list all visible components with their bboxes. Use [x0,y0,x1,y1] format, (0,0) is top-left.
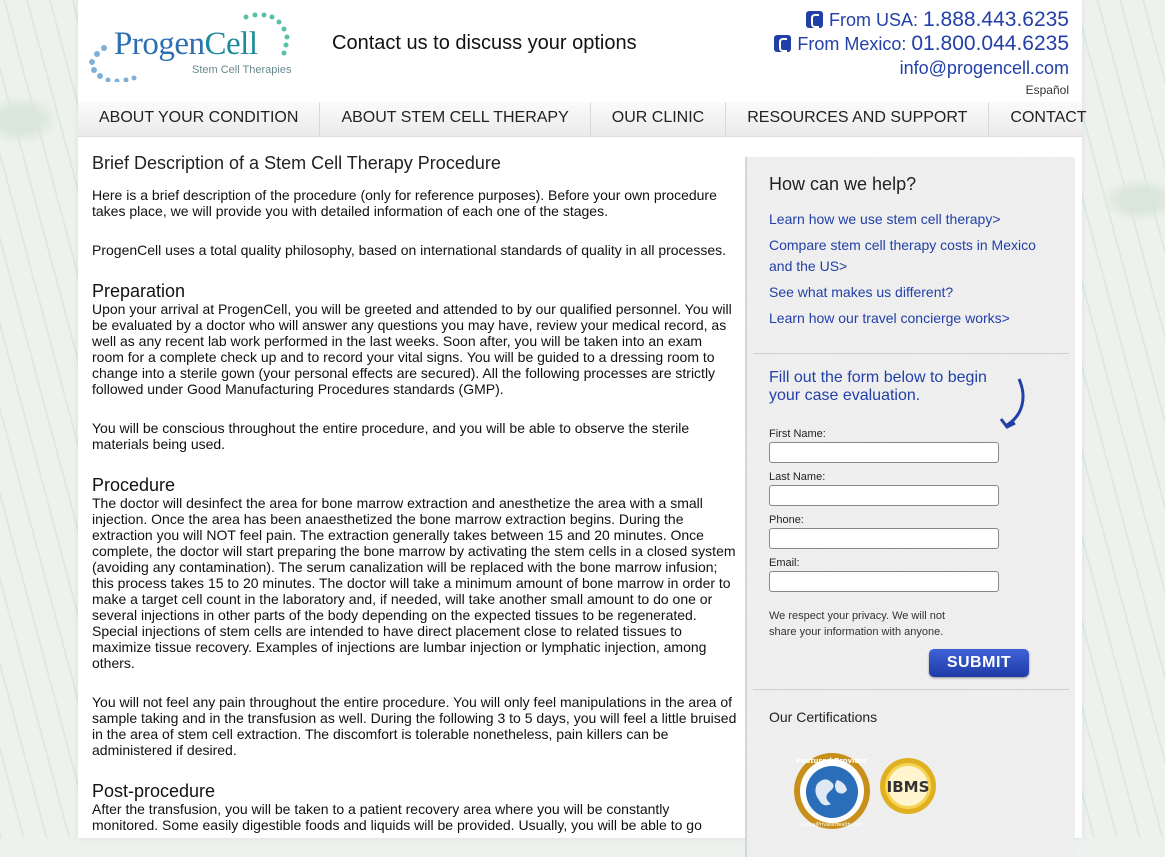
certifications-title: Our Certifications [769,709,878,725]
phone-icon [806,11,823,28]
nav-item-about-stem-cell-therapy[interactable]: ABOUT STEM CELL THERAPY [320,102,591,136]
logo-tagline: Stem Cell Therapies [192,64,292,76]
privacy-note: We respect your privacy. We will not sha… [769,610,946,638]
first-name-field[interactable] [769,442,999,463]
phone-icon [774,35,792,52]
link-stem-cell-therapy[interactable]: Learn how we use stem cell therapy> [769,209,1059,230]
mexico-phone-line[interactable]: From Mexico: 01.800.044.6235 [774,32,1069,56]
sidebar: How can we help? Learn how we use stem c… [745,157,1075,857]
form-title: Fill out the form below to begin your ca… [769,369,987,404]
intro-paragraph: Here is a brief description of the proce… [92,187,717,219]
global-private-health-badge[interactable]: Featured Provider GlobalPrivateHealth.co… [793,752,871,830]
procedure-section: Procedure The doctor will desinfect the … [92,475,737,758]
help-links: Learn how we use stem cell therapy> Comp… [769,209,1059,334]
sidebar-divider [753,353,1069,354]
last-name-field[interactable] [769,485,999,506]
nav-item-contact[interactable]: CONTACT [989,102,1107,136]
post-procedure-heading: Post-procedure [92,781,216,801]
cert1-sublabel: GlobalPrivateHealth.com [801,822,863,828]
nav-item-resources[interactable]: RESOURCES AND SUPPORT [726,102,990,136]
contact-block: From USA: 1.888.443.6235 From Mexico: 01… [774,8,1069,79]
progencell-logo[interactable]: ProgenCell Stem Cell Therapies [84,10,299,82]
main-nav: ABOUT YOUR CONDITION ABOUT STEM CELL THE… [78,102,1087,137]
help-title: How can we help? [769,174,917,194]
curved-arrow-icon [999,378,1025,429]
email-field[interactable] [769,571,999,592]
preparation-text-2: You will be conscious throughout the ent… [92,420,690,452]
email-link[interactable]: info@progencell.com [774,58,1069,79]
logo-word-progen: Progen [114,26,205,62]
cert1-label: Featured Provider [796,757,868,765]
usa-phone: 1.888.443.6235 [923,8,1069,31]
logo-wordmark: ProgenCell [114,26,258,63]
procedure-text-2: You will not feel any pain throughout th… [92,694,737,758]
main-content: Brief Description of a Stem Cell Therapy… [92,153,737,856]
usa-phone-line[interactable]: From USA: 1.888.443.6235 [774,8,1069,32]
link-compare-costs[interactable]: Compare stem cell therapy costs in Mexic… [769,235,1059,277]
first-name-label: First Name: [769,428,826,440]
link-what-makes-us-different[interactable]: See what makes us different? [769,282,1059,303]
nav-item-about-condition[interactable]: ABOUT YOUR CONDITION [78,102,321,136]
post-procedure-section: Post-procedure After the transfusion, yo… [92,781,737,833]
cert2-label: IBMS [887,778,930,796]
link-travel-concierge[interactable]: Learn how our travel concierge works> [769,308,1059,329]
procedure-text: The doctor will desinfect the area for b… [92,495,736,671]
phone-label: Phone: [769,514,804,526]
preparation-heading: Preparation [92,281,186,301]
logo-word-cell: Cell [204,26,259,62]
language-switch-link[interactable]: Español [1026,83,1069,97]
procedure-heading: Procedure [92,475,176,495]
preparation-text: Upon your arrival at ProgenCell, you wil… [92,301,732,397]
sidebar-divider [753,689,1069,690]
mexico-label: From Mexico: [797,34,912,54]
header-tagline: Contact us to discuss your options [332,32,637,54]
email-label: Email: [769,557,800,569]
phone-field[interactable] [769,528,999,549]
submit-button[interactable]: SUBMIT [929,649,1029,677]
ibms-badge[interactable]: IBMS [879,755,937,817]
quality-paragraph: ProgenCell uses a total quality philosop… [92,242,727,258]
mexico-phone: 01.800.044.6235 [911,32,1069,55]
last-name-label: Last Name: [769,471,826,483]
nav-item-our-clinic[interactable]: OUR CLINIC [591,102,727,136]
preparation-section: Preparation Upon your arrival at ProgenC… [92,281,737,452]
page-container: ProgenCell Stem Cell Therapies Contact u… [78,0,1087,857]
page-title: Brief Description of a Stem Cell Therapy… [92,153,501,173]
post-procedure-text: After the transfusion, you will be taken… [92,801,702,833]
usa-label: From USA: [829,10,924,30]
